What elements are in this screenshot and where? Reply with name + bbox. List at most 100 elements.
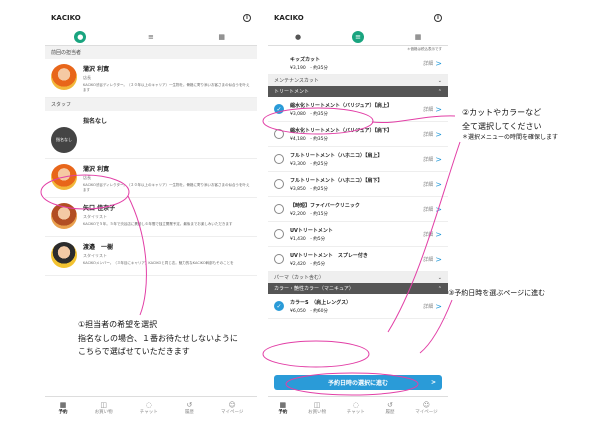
menu-item[interactable]: キッズカット ¥3,190 - 約35分 詳細 > [268,53,448,75]
nav-mypage[interactable]: ☺ マイページ [221,401,243,415]
menu-name: キッズカット [290,57,321,63]
bag-icon: ◫ [100,400,107,409]
chevron-right-icon: > [435,104,442,114]
staff-name: 蒲沢 利寛 [83,66,110,73]
detail-label: 詳細 [423,156,434,163]
chevron-right-icon: > [435,59,442,68]
menu-name: 縮水化トリートメント（バリジュア）【肩上】 [290,102,393,109]
nav-mypage[interactable]: ☺ マイページ [415,401,437,415]
menu-name: 縮水化トリートメント（バリジュア）【肩下】 [290,127,393,134]
menu-price: ¥1,430 - 約5分 [290,236,326,242]
menu-price: ¥4,180 - 約35分 [290,136,329,142]
detail-link[interactable]: 詳細 > [423,230,442,239]
avatar [51,242,77,268]
menu-item[interactable]: ✓ 縮水化トリートメント（バリジュア）【肩上】 ¥3,080 - 約35分 詳細 > [268,97,448,122]
bottom-nav: ▦ 予約 ◫ お買い物 ◌ チャット ↺ 履歴 ☺ マイページ [45,396,257,418]
staff-card[interactable]: 蒲沢 利寛 店長 KACIKO渋谷ディレクター。（２０年以上のキャリア）一生物を… [45,159,257,198]
category-treatment[interactable]: トリートメント ⌃ [268,86,448,97]
tax-notice: ＊価格は税込表示です [407,47,442,51]
detail-link[interactable]: 詳細 > [423,130,442,139]
nav-label: チャット [346,409,365,415]
menu-item[interactable]: 縮水化トリートメント（バリジュア）【肩下】 ¥4,180 - 約35分 詳細 > [268,122,448,147]
chevron-up-icon: ⌃ [437,285,442,292]
menu-name: フルトリートメント（ハホニコ）【肩上】 [290,152,383,159]
detail-link[interactable]: 詳細 > [423,105,442,114]
tab-list-icon[interactable]: ≡ [145,31,157,43]
detail-link[interactable]: 詳細 > [423,59,442,68]
nav-shopping[interactable]: ◫ お買い物 [95,401,113,415]
menu-item[interactable]: 【時短】ファイバークリニック ¥2,200 - 約15分 詳細 > [268,197,448,222]
chevron-right-icon: > [435,154,442,164]
staff-desc: KACIKOメンバー。（３年目にキャリア）KACIKOと同じ志。魅力的なKACI… [83,261,234,265]
view-tabs: ● ≡ ▦ [45,28,257,46]
category-label: パーマ（カット含む） [274,275,325,281]
info-icon[interactable]: i [243,14,251,22]
menu-select-screen: KACIKO i ● ≡ ▦ ＊価格は税込表示です キッズカット ¥3,190 … [268,8,448,418]
radio-button[interactable] [274,204,284,214]
category-label: カラー・艶性カラー（マニキュア） [274,286,354,292]
nav-history[interactable]: ↺ 履歴 [385,401,394,415]
category-perm[interactable]: パーマ（カット含む） ⌄ [268,272,448,283]
radio-button[interactable] [274,129,284,139]
staff-card-none[interactable]: 指名なし 指名なし [45,111,257,159]
radio-button[interactable] [274,229,284,239]
tab-list-icon[interactable]: ≡ [352,30,364,43]
menu-item[interactable]: UVトリートメント ¥1,430 - 約5分 詳細 > [268,222,448,247]
check-icon[interactable]: ✓ [274,301,284,311]
proceed-datetime-button[interactable]: 予約日時の選択に進む > [274,375,442,390]
detail-link[interactable]: 詳細 > [423,302,442,311]
last-staff-card[interactable]: 蒲沢 利寛 店長 KACIKO渋谷ディレクター。（２０年以上のキャリア）一生物を… [45,59,257,98]
nav-reserve[interactable]: ▦ 予約 [59,401,68,415]
menu-price: ¥2,200 - 約15分 [290,211,329,217]
chevron-right-icon: > [435,301,442,311]
nav-shopping[interactable]: ◫ お買い物 [308,401,326,415]
nav-chat[interactable]: ◌ チャット [347,401,365,415]
menu-item[interactable]: フルトリートメント（ハホニコ）【肩下】 ¥3,850 - 約25分 詳細 > [268,172,448,197]
radio-button[interactable] [274,179,284,189]
annotation-3: ③予約日時を選ぶページに進む [448,289,546,297]
staff-role: スタイリスト [83,253,107,258]
section-staff: スタッフ [45,98,257,111]
detail-label: 詳細 [423,181,434,188]
chevron-right-icon: > [435,179,442,189]
detail-label: 詳細 [423,131,434,138]
nav-label: 予約 [278,409,288,415]
app-header: KACIKO i [268,8,448,28]
tab-staff-icon[interactable]: ● [292,31,304,43]
nav-history[interactable]: ↺ 履歴 [185,401,194,415]
tab-calendar-icon[interactable]: ▦ [216,31,228,43]
menu-item[interactable]: UVトリートメント スプレー付き ¥2,420 - 約5分 詳細 > [268,247,448,272]
menu-name: フルトリートメント（ハホニコ）【肩下】 [290,177,383,184]
category-maintenance[interactable]: メンテナンスカット ⌄ [268,75,448,86]
menu-name: 【時短】ファイバークリニック [290,202,360,209]
detail-link[interactable]: 詳細 > [423,205,442,214]
nav-reserve[interactable]: ▦ 予約 [278,401,287,415]
menu-price: ¥3,850 - 約25分 [290,186,329,192]
radio-button[interactable] [274,254,284,264]
radio-button[interactable] [274,154,284,164]
cta-label: 予約日時の選択に進む [327,380,388,387]
chevron-right-icon: > [430,379,436,386]
annotation-text: 全て選択してください [462,121,542,131]
treatment-list: ✓ 縮水化トリートメント（バリジュア）【肩上】 ¥3,080 - 約35分 詳細 > 縮水… [268,97,448,272]
detail-link[interactable]: 詳細 > [423,155,442,164]
staff-name: 指名なし [83,118,108,125]
chevron-right-icon: > [435,129,442,139]
nav-chat[interactable]: ◌ チャット [140,401,158,415]
menu-item-color[interactable]: ✓ カラーS （肩上レングス） ¥6,050 - 約60分 詳細 > [268,294,448,319]
check-icon[interactable]: ✓ [274,104,284,114]
tab-calendar-icon[interactable]: ▦ [412,31,424,43]
info-icon[interactable]: i [434,14,442,22]
category-color[interactable]: カラー・艶性カラー（マニキュア） ⌃ [268,283,448,294]
detail-link[interactable]: 詳細 > [423,180,442,189]
tab-staff-icon[interactable]: ● [74,30,87,43]
staff-card[interactable]: 渡邉 一樹 スタイリスト KACIKOメンバー。（３年目にキャリア）KACIKO… [45,237,257,276]
menu-name: UVトリートメント スプレー付き [290,252,368,259]
detail-label: 詳細 [423,106,434,113]
menu-item[interactable]: フルトリートメント（ハホニコ）【肩上】 ¥3,300 - 約25分 詳細 > [268,147,448,172]
staff-role: 店長 [83,175,91,180]
detail-link[interactable]: 詳細 > [423,255,442,264]
annotation-text: こちらで選ばせていただきます [78,347,190,357]
staff-card[interactable]: 矢口 佳奈子 スタイリスト KACIKOで５年。５年で渋谷店に異動し６年間で独立… [45,198,257,237]
detail-label: 詳細 [423,256,434,263]
